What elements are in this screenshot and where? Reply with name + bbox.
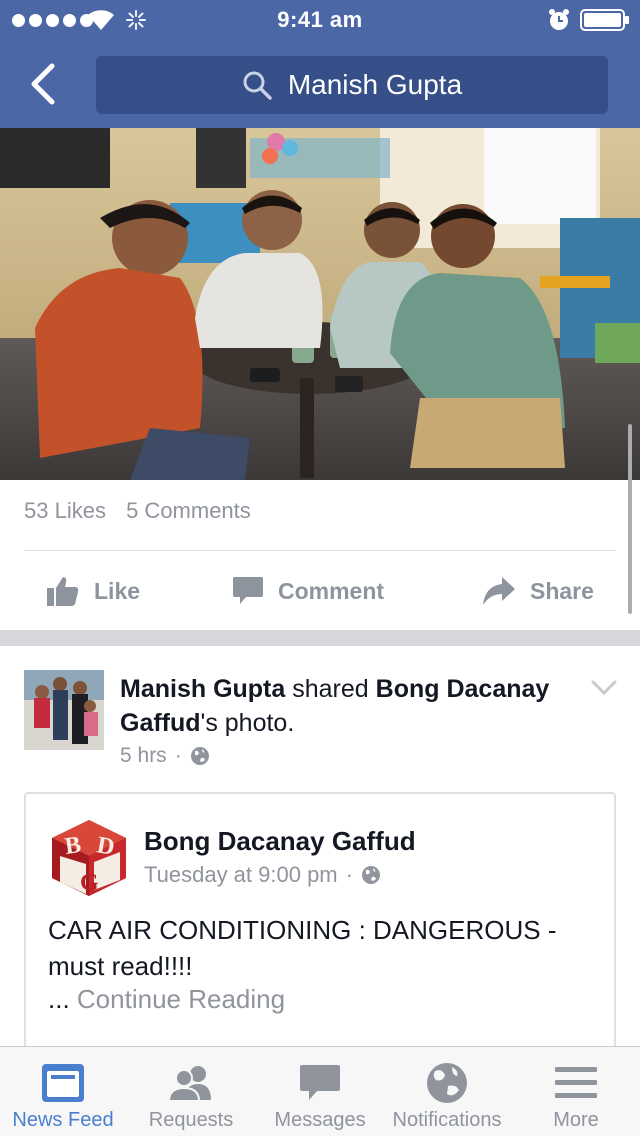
search-query: Manish Gupta bbox=[287, 69, 463, 100]
story-headline: Manish Gupta shared Bong Dacanay Gaffud'… bbox=[120, 672, 560, 740]
ellipsis: ... bbox=[48, 984, 70, 1014]
tab-notifications[interactable]: Notifications bbox=[386, 1047, 508, 1136]
likes-count[interactable]: 53 Likes bbox=[24, 498, 106, 523]
shared-page-name[interactable]: Bong Dacanay Gaffud bbox=[144, 826, 416, 857]
tab-label: Notifications bbox=[392, 1109, 502, 1131]
bdg-page-logo-icon[interactable]: B D G bbox=[48, 816, 130, 898]
share-label: Share bbox=[530, 577, 594, 604]
top-bar: 9:41 am Manish Gupta bbox=[0, 0, 640, 128]
post-options-chevron-icon[interactable] bbox=[590, 678, 618, 698]
globe-icon bbox=[427, 1063, 467, 1103]
status-time: 9:41 am bbox=[277, 7, 363, 32]
public-globe-icon bbox=[190, 747, 209, 765]
tab-news-feed[interactable]: News Feed bbox=[0, 1047, 126, 1136]
hamburger-menu-icon bbox=[555, 1067, 597, 1098]
public-globe-icon bbox=[361, 866, 380, 884]
tab-label: News Feed bbox=[12, 1109, 114, 1131]
share-button[interactable]: Share bbox=[482, 566, 594, 616]
feed-divider bbox=[0, 630, 640, 646]
continue-reading: ... Continue Reading bbox=[48, 984, 285, 1015]
comment-bubble-icon bbox=[233, 577, 263, 604]
svg-text:G: G bbox=[80, 870, 99, 896]
search-icon bbox=[243, 71, 272, 100]
news-feed-icon bbox=[42, 1064, 84, 1102]
alarm-clock-icon bbox=[549, 9, 569, 30]
shared-target-suffix: 's photo. bbox=[200, 709, 295, 737]
post-timestamp[interactable]: 5 hrs bbox=[120, 744, 167, 768]
bottom-tab-bar: News Feed Requests Messages Notification… bbox=[0, 1046, 640, 1136]
tab-requests[interactable]: Requests bbox=[128, 1047, 254, 1136]
meta-separator: · bbox=[345, 862, 353, 887]
messages-icon bbox=[300, 1065, 340, 1100]
shared-post-text: CAR AIR CONDITIONING : DANGEROUS - must … bbox=[48, 915, 557, 981]
status-bar: 9:41 am bbox=[0, 0, 640, 40]
share-arrow-icon bbox=[483, 577, 515, 605]
shared-post-time[interactable]: Tuesday at 9:00 pm bbox=[144, 862, 338, 888]
like-label: Like bbox=[94, 577, 141, 604]
scroll-indicator[interactable] bbox=[628, 424, 632, 614]
friend-requests-icon bbox=[167, 1066, 211, 1102]
battery-icon bbox=[580, 9, 629, 31]
search-bar[interactable]: Manish Gupta bbox=[96, 56, 608, 114]
post-photo[interactable] bbox=[0, 128, 640, 480]
comments-count[interactable]: 5 Comments bbox=[126, 498, 251, 523]
post-actions: Like Comment Share bbox=[0, 566, 640, 616]
continue-reading-link[interactable]: Continue Reading bbox=[77, 984, 285, 1014]
divider-line bbox=[24, 550, 616, 551]
tab-label: Messages bbox=[274, 1109, 366, 1131]
tab-label: Requests bbox=[148, 1109, 234, 1131]
author-avatar[interactable] bbox=[24, 670, 104, 750]
thumbs-up-icon bbox=[47, 577, 79, 606]
comment-label: Comment bbox=[278, 577, 385, 604]
shared-verb: shared bbox=[292, 675, 369, 703]
like-button[interactable]: Like bbox=[46, 566, 140, 616]
shared-post-meta: Tuesday at 9:00 pm · bbox=[144, 862, 381, 888]
meta-separator: · bbox=[174, 744, 182, 767]
tab-messages[interactable]: Messages bbox=[256, 1047, 384, 1136]
back-chevron-icon[interactable] bbox=[26, 62, 60, 106]
tab-more[interactable]: More bbox=[512, 1047, 640, 1136]
story-meta: 5 hrs · bbox=[120, 744, 210, 768]
author-name[interactable]: Manish Gupta bbox=[120, 675, 285, 703]
tab-label: More bbox=[553, 1109, 599, 1131]
reaction-counts: 53 Likes 5 Comments bbox=[24, 498, 265, 524]
comment-button[interactable]: Comment bbox=[232, 566, 384, 616]
